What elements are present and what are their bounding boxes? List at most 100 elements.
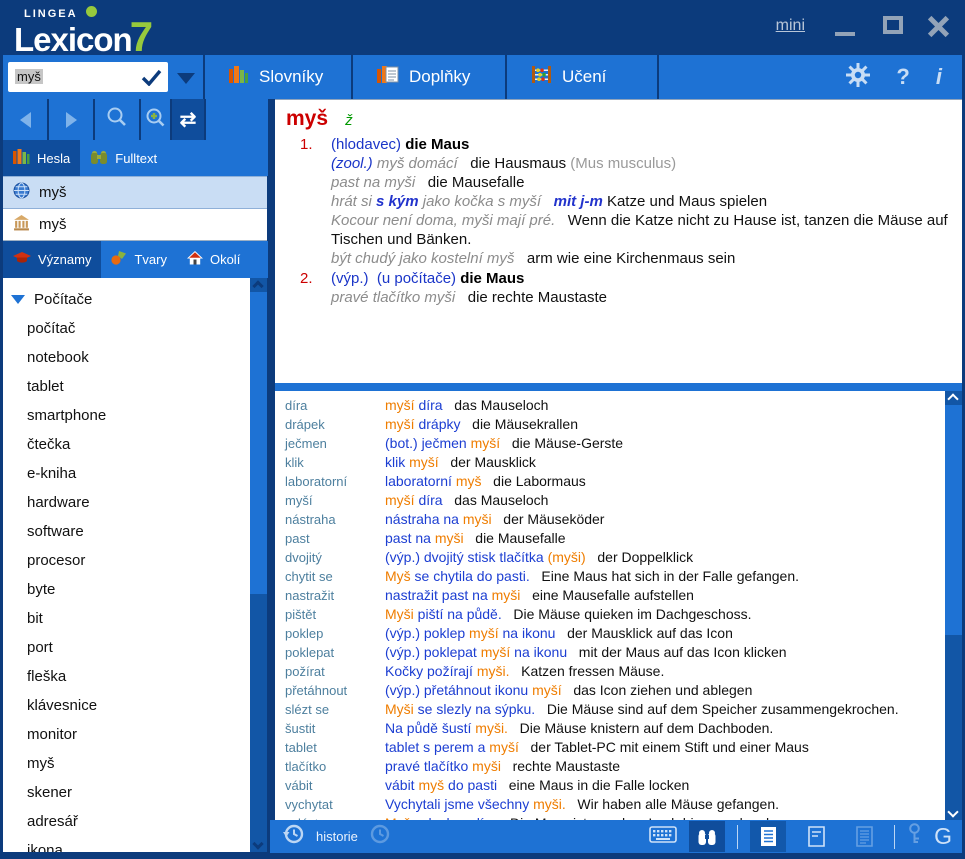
tab-hesla[interactable]: Hesla xyxy=(3,140,80,176)
search-value[interactable]: myš xyxy=(15,69,43,84)
result-item-selected[interactable]: myš xyxy=(3,176,267,209)
collocation-key[interactable]: požírat xyxy=(285,662,385,681)
collocation-row[interactable]: požíratKočky požírají myši. Katzen fress… xyxy=(285,662,945,681)
scroll-up-icon[interactable] xyxy=(252,280,263,291)
collocation-key[interactable]: laboratorní xyxy=(285,472,385,491)
collocation-key[interactable]: šustit xyxy=(285,719,385,738)
swap-languages-button[interactable]: ⇄ xyxy=(172,99,206,140)
view-list-button[interactable] xyxy=(846,821,882,852)
collocation-row[interactable]: ječmen(bot.) ječmen myší die Mäuse-Gerst… xyxy=(285,434,945,453)
collapse-triangle-icon[interactable] xyxy=(11,295,25,304)
word-item[interactable]: hardware xyxy=(3,488,250,517)
wordlist-scrollbar[interactable] xyxy=(250,278,267,852)
collocation-key[interactable]: díra xyxy=(285,396,385,415)
collocation-row[interactable]: tlačítkopravé tlačítko myši rechte Maust… xyxy=(285,757,945,776)
collocation-key[interactable]: past xyxy=(285,529,385,548)
word-item[interactable]: procesor xyxy=(3,546,250,575)
word-item[interactable]: klávesnice xyxy=(3,691,250,720)
clock-icon[interactable] xyxy=(368,822,392,851)
collocation-key[interactable]: chytit se xyxy=(285,567,385,586)
collocation-key[interactable]: klik xyxy=(285,453,385,472)
scroll-down-icon[interactable] xyxy=(947,806,958,817)
help-icon[interactable]: ? xyxy=(896,64,909,90)
tab-tvary[interactable]: Tvary xyxy=(101,241,177,278)
collocation-key[interactable]: tablet xyxy=(285,738,385,757)
collocation-row[interactable]: laboratornílaboratorní myš die Labormaus xyxy=(285,472,945,491)
collocation-row[interactable]: přetáhnout(výp.) přetáhnout ikonu myší d… xyxy=(285,681,945,700)
collocation-row[interactable]: nastražitnastražit past na myši eine Mau… xyxy=(285,586,945,605)
minimize-button[interactable] xyxy=(833,14,859,38)
collocation-key[interactable]: nástraha xyxy=(285,510,385,529)
zoom-in-button[interactable] xyxy=(141,99,172,140)
tab-uceni[interactable]: Učení xyxy=(507,55,657,99)
collocation-row[interactable]: slézt seMyši se slezly na sýpku. Die Mäu… xyxy=(285,700,945,719)
result-item[interactable]: myš xyxy=(3,209,267,241)
collocation-key[interactable]: ječmen xyxy=(285,434,385,453)
word-item[interactable]: fleška xyxy=(3,662,250,691)
collocation-key[interactable]: vábit xyxy=(285,776,385,795)
word-item[interactable]: monitor xyxy=(3,720,250,749)
collocation-row[interactable]: šustitNa půdě šustí myši. Die Mäuse knis… xyxy=(285,719,945,738)
history-icon[interactable] xyxy=(282,822,306,851)
collocation-key[interactable]: poklepat xyxy=(285,643,385,662)
collocations-scrollbar[interactable] xyxy=(945,391,962,820)
view-short-entry-button[interactable] xyxy=(798,821,834,852)
word-item[interactable]: skener xyxy=(3,778,250,807)
collocation-row[interactable]: pištětMyši piští na půdě. Die Mäuse quie… xyxy=(285,605,945,624)
tab-doplnky[interactable]: Doplňky xyxy=(353,55,505,99)
tab-fulltext[interactable]: Fulltext xyxy=(80,140,167,176)
pane-divider[interactable] xyxy=(275,383,962,391)
info-icon[interactable]: i xyxy=(936,64,942,90)
collocation-key[interactable]: slézt se xyxy=(285,700,385,719)
history-label[interactable]: historie xyxy=(316,829,358,844)
word-item[interactable]: byte xyxy=(3,575,250,604)
search-button[interactable] xyxy=(95,99,141,140)
word-item[interactable]: myš xyxy=(3,749,250,778)
collocation-row[interactable]: pastpast na myši die Mausefalle xyxy=(285,529,945,548)
mini-mode-link[interactable]: mini xyxy=(776,17,805,35)
google-lookup-icon[interactable]: G xyxy=(934,823,952,850)
close-button[interactable] xyxy=(925,14,951,38)
tab-vyznamy[interactable]: Významy xyxy=(3,241,101,278)
fulltext-search-button[interactable] xyxy=(689,821,725,852)
collocation-key[interactable]: poklep xyxy=(285,624,385,643)
collocation-row[interactable]: nástrahanástraha na myši der Mäuseköder xyxy=(285,510,945,529)
search-dropdown-arrow[interactable] xyxy=(177,73,195,84)
word-item[interactable]: bit xyxy=(3,604,250,633)
collocation-row[interactable]: díramyší díra das Mauseloch xyxy=(285,396,945,415)
word-item[interactable]: e-kniha xyxy=(3,459,250,488)
collocation-row[interactable]: vábitvábit myš do pasti eine Maus in die… xyxy=(285,776,945,795)
scroll-down-icon[interactable] xyxy=(252,838,263,849)
word-item[interactable]: adresář xyxy=(3,807,250,836)
scroll-up-icon[interactable] xyxy=(947,393,958,404)
maximize-button[interactable] xyxy=(881,14,907,38)
collocation-key[interactable]: tlačítko xyxy=(285,757,385,776)
search-input[interactable]: myš xyxy=(8,62,168,92)
word-item[interactable]: software xyxy=(3,517,250,546)
gear-icon[interactable] xyxy=(846,63,870,92)
collocation-row[interactable]: klikklik myší der Mausklick xyxy=(285,453,945,472)
collocation-key[interactable]: přetáhnout xyxy=(285,681,385,700)
word-item[interactable]: čtečka xyxy=(3,430,250,459)
word-item[interactable]: tablet xyxy=(3,372,250,401)
collocation-key[interactable]: dvojitý xyxy=(285,548,385,567)
word-item[interactable]: port xyxy=(3,633,250,662)
scroll-thumb[interactable] xyxy=(945,405,962,635)
collocation-key[interactable]: vychytat xyxy=(285,795,385,814)
collocation-key[interactable]: drápek xyxy=(285,415,385,434)
view-full-entry-button[interactable] xyxy=(750,821,786,852)
topic-header[interactable]: Počítače xyxy=(3,285,250,314)
word-item[interactable]: ikona xyxy=(3,836,250,852)
collocation-row[interactable]: drápekmyší drápky die Mäusekrallen xyxy=(285,415,945,434)
collocation-row[interactable]: vychytatVychytali jsme všechny myši. Wir… xyxy=(285,795,945,814)
tab-okoli[interactable]: Okolí xyxy=(177,241,250,278)
key-icon[interactable] xyxy=(907,823,922,850)
collocation-key[interactable]: nastražit xyxy=(285,586,385,605)
word-item[interactable]: počítač xyxy=(3,314,250,343)
word-item[interactable]: smartphone xyxy=(3,401,250,430)
collocation-key[interactable]: myší xyxy=(285,491,385,510)
collocation-row[interactable]: chytit seMyš se chytila do pasti. Eine M… xyxy=(285,567,945,586)
collocation-row[interactable]: dvojitý(výp.) dvojitý stisk tlačítka (my… xyxy=(285,548,945,567)
collocation-row[interactable]: poklep(výp.) poklep myší na ikonu der Ma… xyxy=(285,624,945,643)
search-confirm-icon[interactable] xyxy=(141,69,162,91)
